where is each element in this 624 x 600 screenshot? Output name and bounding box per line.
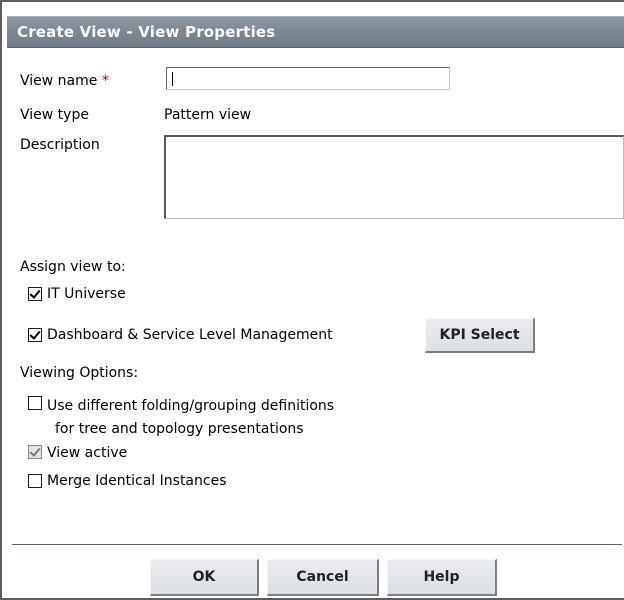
different-folding-label-line2: for tree and topology presentations	[55, 421, 304, 437]
dialog-title-bar: Create View - View Properties	[7, 16, 624, 48]
kpi-select-button[interactable]: KPI Select	[425, 318, 535, 353]
dialog-title: Create View - View Properties	[17, 23, 276, 41]
it-universe-checkbox[interactable]	[28, 287, 42, 301]
footer-divider	[12, 544, 622, 545]
view-type-label: View type	[20, 107, 89, 123]
required-marker: *	[101, 73, 109, 89]
it-universe-label: IT Universe	[47, 286, 126, 302]
view-active-checkbox	[28, 445, 42, 459]
cancel-button[interactable]: Cancel	[267, 559, 379, 596]
viewing-options-heading: Viewing Options:	[20, 365, 139, 381]
dashboard-slm-checkbox[interactable]	[28, 328, 42, 342]
view-type-value: Pattern view	[164, 107, 252, 123]
assign-view-heading: Assign view to:	[20, 259, 126, 275]
merge-identical-checkbox[interactable]	[28, 474, 42, 488]
different-folding-checkbox[interactable]	[28, 396, 42, 410]
different-folding-label-line1: Use different folding/grouping definitio…	[47, 398, 335, 414]
description-textarea[interactable]	[164, 135, 624, 219]
dashboard-slm-label: Dashboard & Service Level Management	[47, 327, 333, 343]
description-label: Description	[20, 137, 100, 153]
view-name-input[interactable]	[166, 67, 450, 90]
view-name-label: View name	[20, 73, 98, 89]
text-caret	[172, 72, 173, 86]
ok-button[interactable]: OK	[150, 559, 259, 596]
view-name-label-group: View name *	[20, 72, 109, 90]
view-active-label: View active	[47, 445, 128, 461]
merge-identical-label: Merge Identical Instances	[47, 473, 227, 489]
help-button[interactable]: Help	[387, 559, 497, 596]
create-view-dialog: Create View - View Properties View name …	[0, 0, 624, 600]
